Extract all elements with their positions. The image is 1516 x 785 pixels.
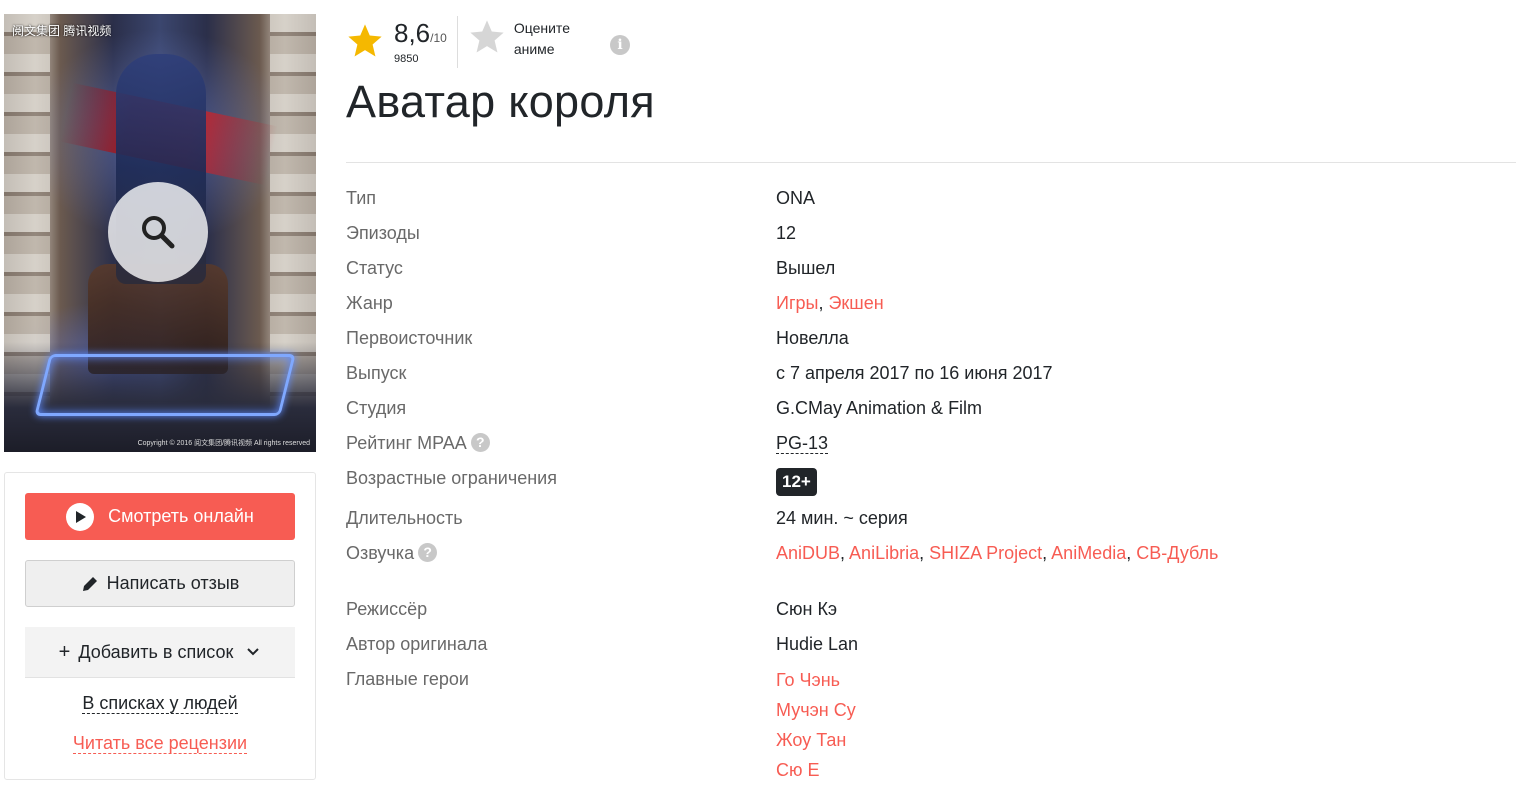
rating-votes: 9850	[394, 53, 419, 65]
question-icon[interactable]: ?	[470, 433, 490, 452]
search-icon	[142, 216, 175, 249]
info-value: ONA	[776, 188, 816, 208]
watch-online-label: Смотреть онлайн	[108, 506, 254, 526]
heroes-list: Го Чэнь Мучэн Су Жоу Тан Сю Е	[776, 665, 856, 785]
mpaa-value[interactable]: PG-13	[776, 433, 829, 454]
read-reviews-link[interactable]: Читать все рецензии	[72, 733, 248, 754]
title-divider	[346, 162, 1516, 163]
info-value: Новелла	[776, 328, 849, 348]
rating-bar: 8,6/10 9850 Оцените аниме	[346, 16, 570, 68]
read-reviews-link-wrap: Читать все рецензии	[5, 733, 315, 754]
rating-divider	[456, 16, 458, 68]
dubbing-link[interactable]: AniDUB	[776, 543, 840, 563]
info-value-wrap: PG-13	[776, 433, 829, 454]
dubbing-link[interactable]: SHIZA Project	[929, 543, 1042, 563]
status-link[interactable]: Вышел	[776, 258, 835, 279]
in-user-lists-link-wrap: В списках у людей	[5, 693, 315, 714]
play-icon	[66, 502, 95, 531]
info-label: Режиссёр	[346, 599, 428, 619]
score-block: 8,6/10 9850	[346, 16, 447, 65]
info-label: Студия	[346, 398, 407, 418]
age-badge: 12+	[776, 468, 817, 496]
genre-link[interactable]: Игры	[776, 293, 818, 313]
info-value: 12	[776, 223, 797, 243]
write-review-button[interactable]: Написать отзыв	[25, 560, 295, 607]
plus-icon: +	[58, 640, 71, 663]
rating-score-value: 8,6	[394, 18, 431, 48]
poster-logo	[34, 354, 296, 416]
info-label: Рейтинг MPAA	[346, 433, 467, 453]
star-filled-icon	[348, 24, 382, 57]
info-label-wrap: Озвучка?	[346, 543, 438, 564]
info-label: Тип	[346, 188, 377, 208]
info-label: Главные герои	[346, 669, 469, 689]
info-label-wrap: Рейтинг MPAA?	[346, 433, 490, 454]
poster-copyright: Copyright © 2016 阅文集团/腾讯视频 All rights re…	[137, 440, 310, 447]
dubbing-link[interactable]: AniMedia	[1051, 543, 1126, 563]
rate-anime-line2: аниме	[513, 41, 555, 57]
hero-link[interactable]: Сю Е	[776, 760, 820, 780]
zoom-button[interactable]	[108, 182, 208, 282]
add-to-list-label: Добавить в список	[78, 641, 234, 662]
dubbing-list: AniDUB, AniLibria, SHIZA Project, AniMed…	[776, 543, 1219, 563]
info-label: Озвучка	[346, 543, 415, 563]
rating-scale: /10	[430, 31, 447, 45]
hero-link[interactable]: Го Чэнь	[776, 670, 840, 690]
actions-panel: Смотреть онлайн Написать отзыв + Добавит…	[4, 472, 316, 780]
chevron-down-icon	[247, 648, 260, 656]
info-icon[interactable]: i	[610, 35, 630, 55]
hero-link[interactable]: Мучэн Су	[776, 700, 856, 720]
info-label: Статус	[346, 258, 403, 278]
question-icon[interactable]: ?	[418, 543, 438, 562]
write-review-label: Написать отзыв	[106, 573, 240, 593]
director-link[interactable]: Сюн Кэ	[776, 599, 837, 620]
age-badge-wrap: 12+	[776, 468, 817, 496]
info-label: Первоисточник	[346, 328, 473, 348]
info-label: Длительность	[346, 508, 463, 528]
poster-brand: 阅文集团 腾讯视频	[12, 24, 112, 38]
studio-link[interactable]: G.CMay Animation & Film	[776, 398, 982, 419]
hero-link[interactable]: Жоу Тан	[776, 730, 846, 750]
add-to-list-button[interactable]: + Добавить в список	[25, 627, 295, 678]
in-user-lists-link[interactable]: В списках у людей	[82, 693, 238, 714]
info-value: с 7 апреля 2017 по 16 июня 2017	[776, 363, 1053, 383]
watch-online-button[interactable]: Смотреть онлайн	[25, 493, 295, 540]
rate-anime-text: Оцените аниме	[514, 18, 570, 60]
info-label: Жанр	[346, 293, 393, 313]
info-label: Эпизоды	[346, 223, 420, 243]
rate-anime-line1: Оцените	[513, 20, 570, 36]
pencil-icon	[82, 576, 97, 591]
info-label: Возрастные ограничения	[346, 468, 557, 488]
page-title: Аватар короля	[346, 76, 655, 127]
rate-anime-button[interactable]: Оцените аниме	[468, 16, 570, 60]
star-empty-icon	[470, 20, 504, 53]
rating-score: 8,6/10	[394, 18, 447, 53]
genre-link[interactable]: Экшен	[828, 293, 883, 313]
info-value: 24 мин. ~ серия	[776, 508, 908, 528]
genre-list: Игры, Экшен	[776, 293, 884, 313]
author-link[interactable]: Hudie Lan	[776, 634, 858, 655]
dubbing-link[interactable]: СВ-Дубль	[1136, 543, 1218, 563]
info-label: Выпуск	[346, 363, 407, 383]
info-label: Автор оригинала	[346, 634, 488, 654]
dubbing-link[interactable]: AniLibria	[849, 543, 919, 563]
